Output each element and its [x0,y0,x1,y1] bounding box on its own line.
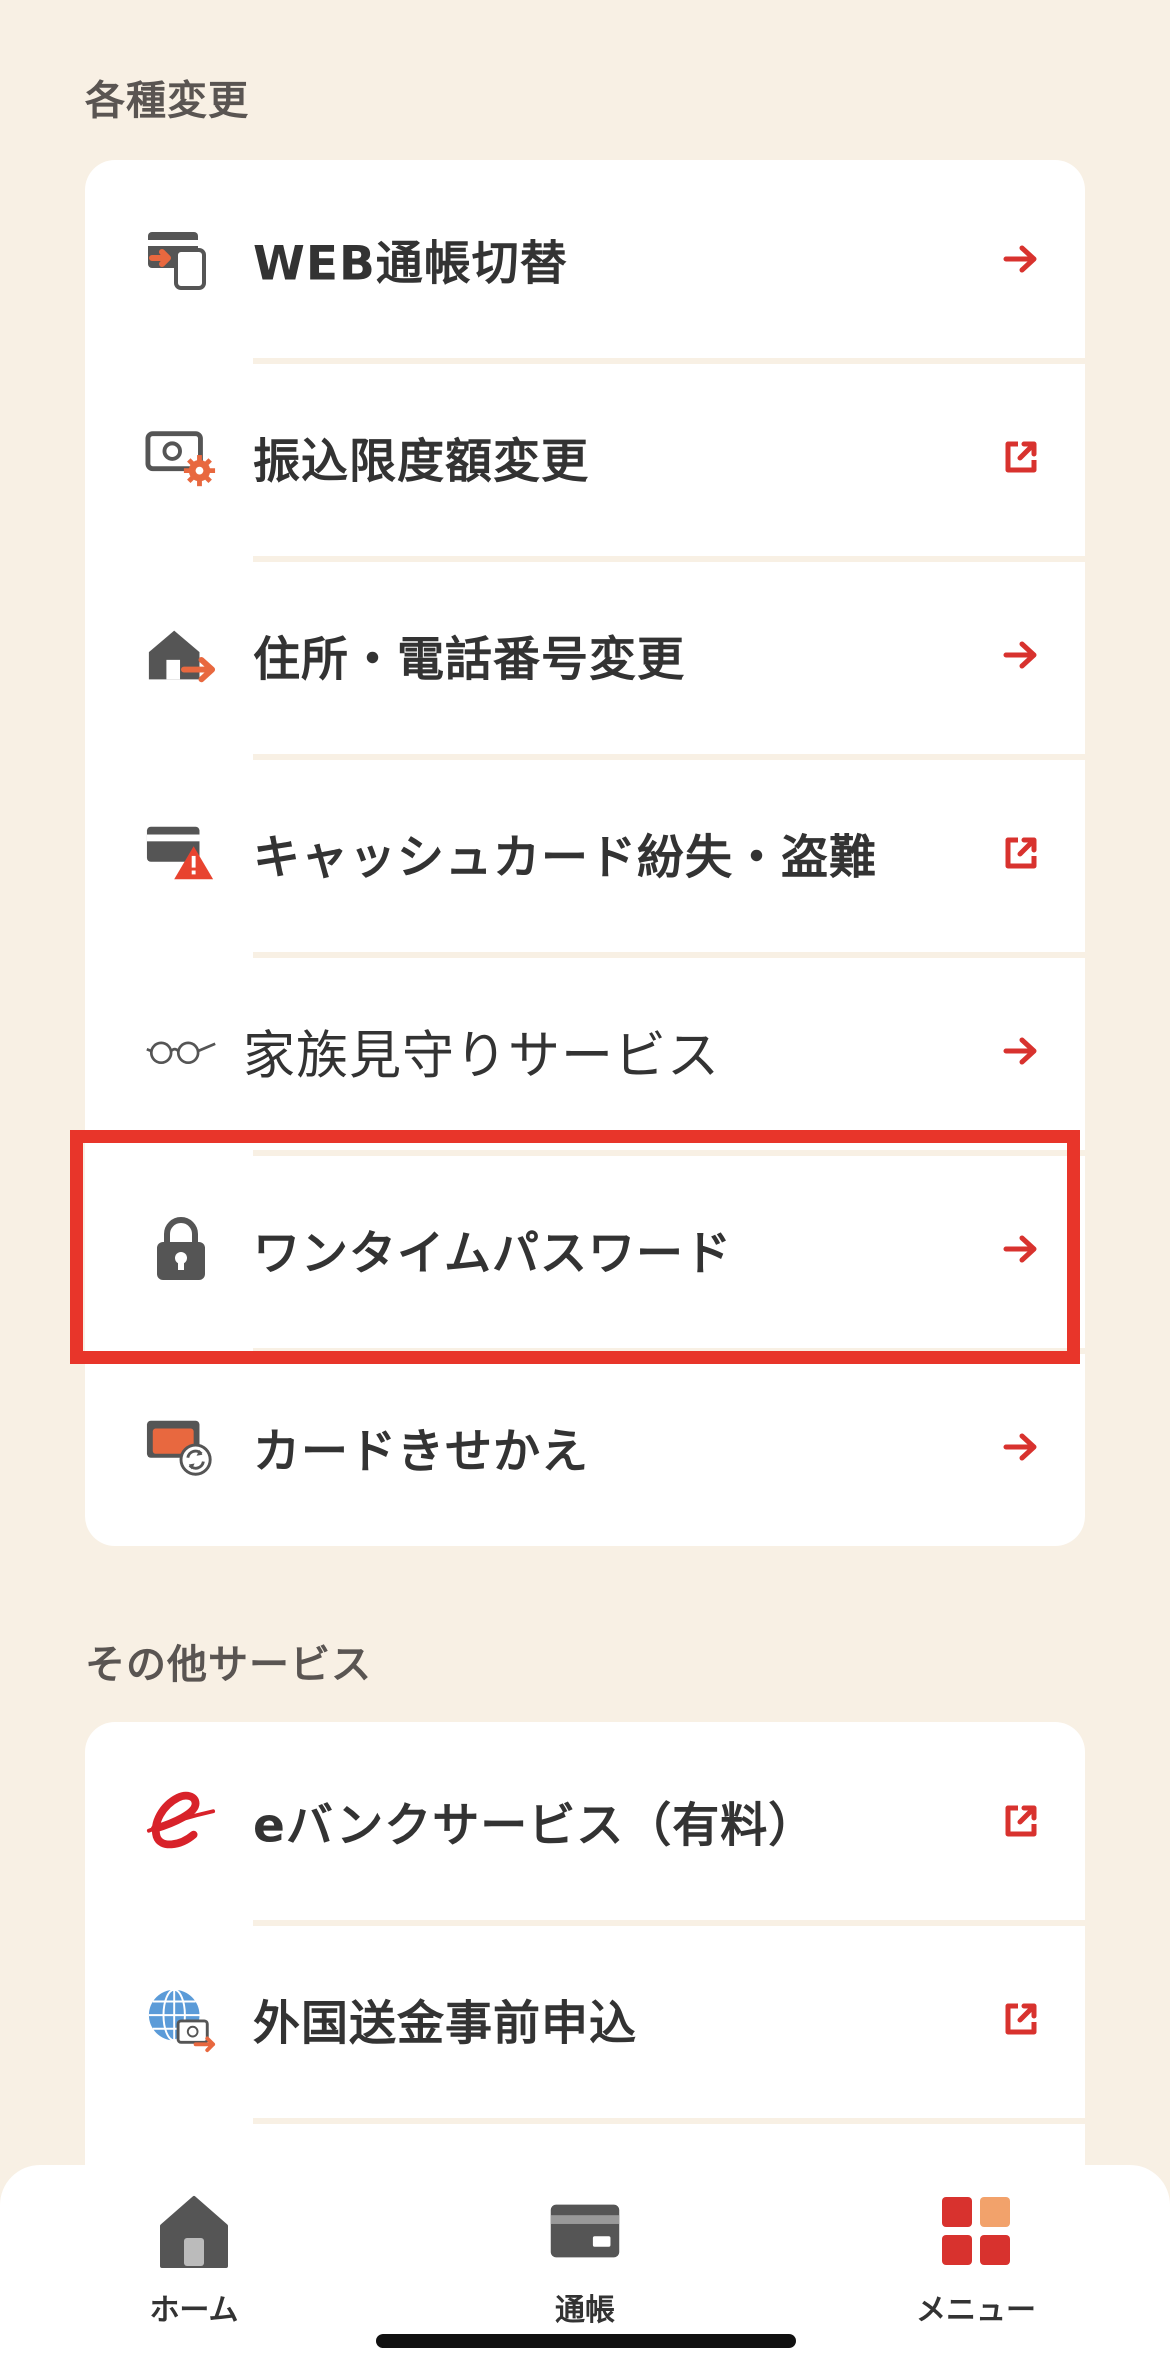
menu-item-label: 家族見守りサービス [243,1026,721,1087]
menu-item-e-bank[interactable]: eバンクサービス（有料） [85,1722,1085,1920]
menu-item-label: 振込限度額変更 [253,434,589,490]
tab-home[interactable]: ホーム [94,2195,294,2345]
menu-item-label: 住所・電話番号変更 [253,632,685,688]
section-title-changes: 各種変更 [85,78,249,124]
menu-item-card-design[interactable]: カードきせかえ [85,1348,1085,1546]
home-indicator [376,2334,796,2348]
changes-card: WEB通帳切替 振込限度額変更 住所・電話番号変更 キャッシュカード紛失・盗難 … [85,160,1085,1546]
menu-item-label: ワンタイムパスワード [253,1226,733,1282]
lock-icon [145,1213,217,1285]
arrow-right-icon [1001,635,1041,675]
section-title-other: その他サービス [85,1642,372,1688]
tab-menu-label: メニュー [916,2293,1036,2328]
menu-item-label: キャッシュカード紛失・盗難 [253,830,877,886]
menu-item-label: 外国送金事前申込 [253,1996,637,2052]
card-warning-icon [145,817,217,889]
tab-home-label: ホーム [149,2293,239,2328]
menu-item-label: カードきせかえ [253,1424,589,1480]
external-link-icon [1001,1801,1041,1841]
menu-item-web-passbook[interactable]: WEB通帳切替 [85,160,1085,358]
menu-item-label: WEB通帳切替 [253,236,568,292]
menu-item-one-time-password[interactable]: ワンタイムパスワード [85,1150,1085,1348]
menu-item-foreign-remittance[interactable]: 外国送金事前申込 [85,1920,1085,2118]
menu-item-family-watch[interactable]: 家族見守りサービス [85,952,1085,1150]
external-link-icon [1001,437,1041,477]
arrow-right-icon [1001,1031,1041,1071]
globe-remit-icon [145,1983,217,2055]
passbook-switch-icon [145,223,217,295]
external-link-icon [1001,833,1041,873]
tab-menu[interactable]: メニュー [876,2195,1076,2345]
passbook-card-icon [549,2195,621,2267]
external-link-icon [1001,1999,1041,2039]
arrow-right-icon [1001,1427,1041,1467]
menu-item-transfer-limit[interactable]: 振込限度額変更 [85,358,1085,556]
menu-item-label: eバンクサービス（有料） [253,1798,817,1854]
menu-item-card-lost[interactable]: キャッシュカード紛失・盗難 [85,754,1085,952]
card-change-icon [145,1411,217,1483]
house-move-icon [145,619,217,691]
other-services-card: eバンクサービス（有料） 外国送金事前申込 [85,1722,1085,2202]
arrow-right-icon [1001,239,1041,279]
limit-settings-icon [145,421,217,493]
home-icon [158,2195,230,2268]
glasses-icon [145,1015,217,1087]
e-logo-icon [145,1785,217,1857]
tab-passbook[interactable]: 通帳 [485,2195,685,2345]
menu-item-address-phone[interactable]: 住所・電話番号変更 [85,556,1085,754]
tab-passbook-label: 通帳 [555,2293,615,2328]
menu-grid-icon [940,2195,1012,2267]
arrow-right-icon [1001,1229,1041,1269]
